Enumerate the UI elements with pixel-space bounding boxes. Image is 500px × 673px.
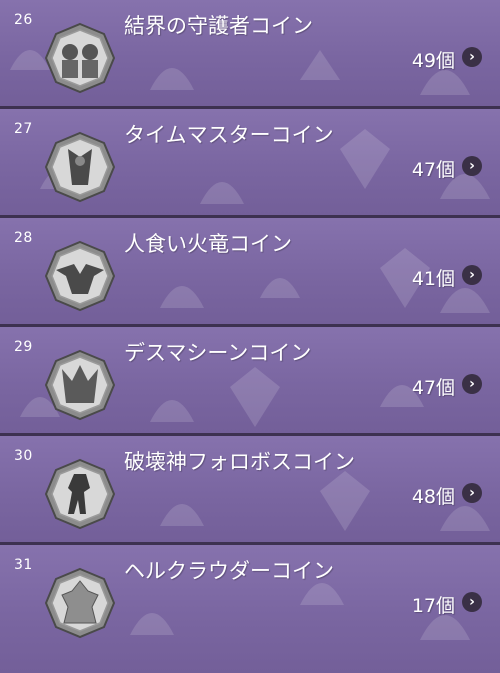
coin-index: 30 — [14, 448, 33, 464]
coin-count: 48個 — [411, 486, 455, 508]
coin-count: 17個 — [411, 595, 455, 617]
coin-row[interactable]: 30 破壊神フォロボスコイン 48個 › — [0, 436, 500, 542]
barrier-guardian-coin-icon — [44, 22, 116, 94]
coin-index: 26 — [14, 12, 33, 28]
chevron-right-icon[interactable]: › — [462, 592, 482, 612]
coin-count: 47個 — [411, 377, 455, 399]
time-master-coin-icon — [44, 131, 116, 203]
coin-count: 47個 — [411, 159, 455, 181]
destruction-god-forobos-coin-icon — [44, 458, 116, 530]
coin-index: 29 — [14, 339, 33, 355]
man-eating-fire-dragon-coin-icon — [44, 240, 116, 312]
coin-count: 49個 — [411, 50, 455, 72]
coin-list: 26 結界の守護者コイン 49個 › 27 タイムマスターコイン 47個 › 2… — [0, 0, 500, 673]
death-machine-coin-icon — [44, 349, 116, 421]
coin-index: 28 — [14, 230, 33, 246]
coin-name: ヘルクラウダーコイン — [124, 559, 334, 583]
chevron-right-icon[interactable]: › — [462, 483, 482, 503]
coin-row[interactable]: 29 デスマシーンコイン 47個 › — [0, 327, 500, 433]
coin-row[interactable]: 27 タイムマスターコイン 47個 › — [0, 109, 500, 215]
coin-row[interactable]: 28 人食い火竜コイン 41個 › — [0, 218, 500, 324]
coin-name: 結界の守護者コイン — [124, 14, 313, 38]
coin-name: 人食い火竜コイン — [124, 232, 292, 256]
chevron-right-icon[interactable]: › — [462, 47, 482, 67]
hell-clouder-coin-icon — [44, 567, 116, 639]
coin-count: 41個 — [411, 268, 455, 290]
chevron-right-icon[interactable]: › — [462, 156, 482, 176]
coin-index: 27 — [14, 121, 33, 137]
coin-row[interactable]: 26 結界の守護者コイン 49個 › — [0, 0, 500, 106]
coin-row[interactable]: 31 ヘルクラウダーコイン 17個 › — [0, 545, 500, 673]
coin-name: タイムマスターコイン — [124, 123, 334, 147]
chevron-right-icon[interactable]: › — [462, 374, 482, 394]
coin-index: 31 — [14, 557, 33, 573]
coin-name: 破壊神フォロボスコイン — [124, 450, 355, 474]
coin-name: デスマシーンコイン — [124, 341, 312, 365]
chevron-right-icon[interactable]: › — [462, 265, 482, 285]
